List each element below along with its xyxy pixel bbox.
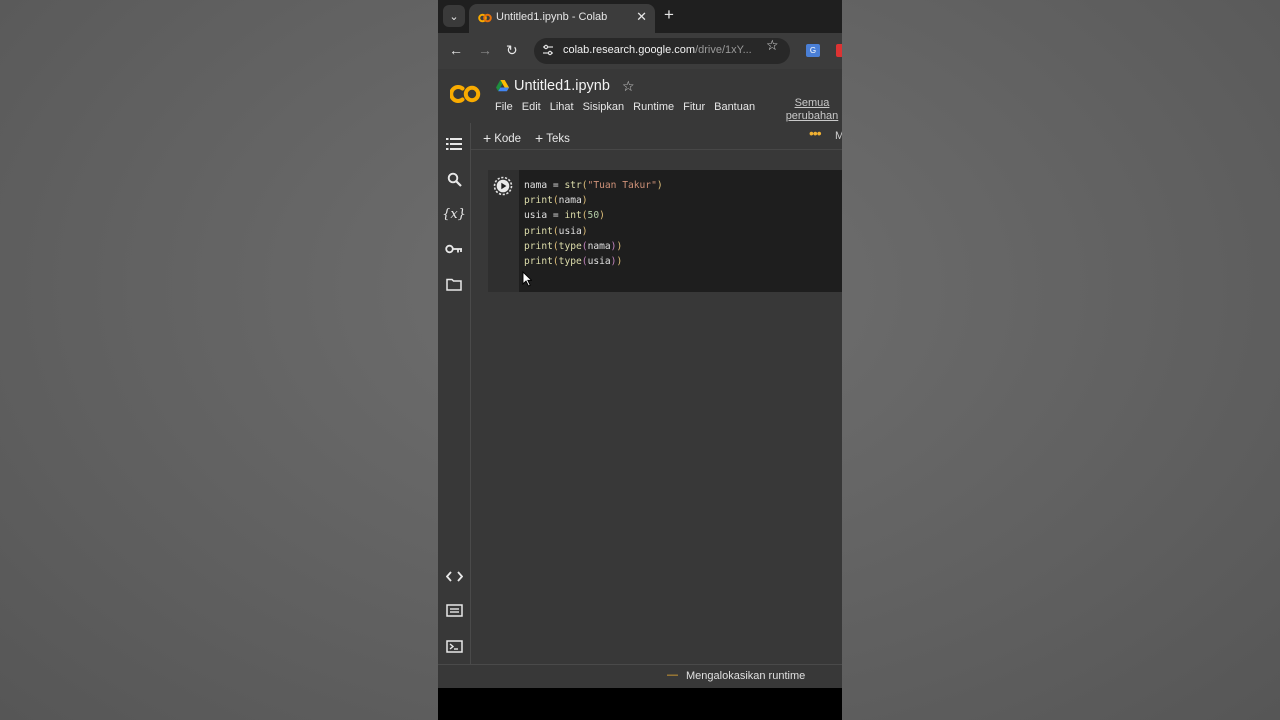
colab-favicon-icon (478, 13, 492, 23)
search-icon[interactable] (445, 170, 463, 188)
add-text-button[interactable]: + Teks (535, 129, 570, 146)
bookmark-star-icon[interactable]: ☆ (766, 37, 779, 54)
browser-tab-active[interactable]: Untitled1.ipynb - Colab ✕ (469, 4, 655, 33)
forward-arrow-icon[interactable]: → (478, 42, 492, 58)
plus-icon: + (483, 130, 492, 146)
loading-dots-icon: — (667, 669, 678, 681)
menu-view[interactable]: Lihat (550, 101, 574, 113)
google-drive-icon (496, 80, 509, 92)
url-text: colab.research.google.com/drive/1xY... (563, 44, 752, 56)
reload-icon[interactable]: ↻ (506, 42, 518, 59)
translate-extension-icon[interactable]: G (806, 44, 820, 57)
extension-icon[interactable] (836, 44, 842, 57)
more-options-dots-icon[interactable]: ••• (809, 125, 822, 141)
truncated-label: M (835, 130, 842, 142)
colab-logo-icon[interactable] (450, 83, 482, 105)
menu-edit[interactable]: Edit (522, 101, 541, 113)
code-editor[interactable]: nama = str("Tuan Takur") print(nama) usi… (524, 178, 663, 269)
add-text-label: Teks (546, 133, 570, 145)
menu-file[interactable]: File (495, 101, 513, 113)
code-line-1: nama = str("Tuan Takur") (524, 180, 663, 191)
code-line-2: print(nama) (524, 195, 588, 207)
code-cell[interactable]: nama = str("Tuan Takur") print(nama) usi… (488, 170, 842, 292)
secrets-key-icon[interactable] (445, 240, 463, 258)
colab-header: Untitled1.ipynb ☆ File Edit Lihat Sisipk… (438, 69, 842, 123)
status-bar: — Mengalokasikan runtime (438, 664, 842, 689)
bottom-letterbox (438, 688, 842, 720)
table-of-contents-icon[interactable] (445, 135, 463, 153)
code-line-5: print(type(nama)) (524, 240, 623, 252)
menu-tools[interactable]: Fitur (683, 101, 705, 113)
command-palette-icon[interactable] (445, 601, 463, 619)
add-code-label: Kode (494, 133, 522, 145)
back-arrow-icon[interactable]: ← (449, 42, 463, 58)
plus-icon: + (535, 130, 544, 146)
url-host: colab.research.google.com (563, 44, 696, 56)
screen-recording-frame: ⌄ Untitled1.ipynb - Colab ✕ + ← → ↻ cola… (438, 0, 842, 720)
tab-search-dropdown[interactable]: ⌄ (443, 5, 465, 27)
mouse-pointer-icon (522, 271, 532, 287)
url-path: /drive/1xY... (695, 44, 752, 56)
run-cell-play-icon[interactable] (493, 176, 513, 196)
side-rail: {x} (438, 123, 471, 664)
close-icon[interactable]: ✕ (636, 9, 647, 25)
browser-toolbar: ← → ↻ colab.research.google.com/drive/1x… (438, 33, 842, 69)
menu-runtime[interactable]: Runtime (633, 101, 674, 113)
runtime-status-text: Mengalokasikan runtime (686, 670, 806, 682)
code-snippets-icon[interactable] (445, 567, 463, 585)
menu-help[interactable]: Bantuan (714, 101, 755, 113)
code-line-6: print(type(usia)) (524, 256, 623, 268)
save-status-link[interactable]: Semua perubahan (782, 97, 842, 123)
browser-tab-strip: ⌄ Untitled1.ipynb - Colab ✕ + (438, 0, 842, 33)
notebook-title[interactable]: Untitled1.ipynb (514, 78, 610, 94)
star-icon[interactable]: ☆ (622, 78, 635, 95)
cell-gutter (488, 170, 519, 292)
code-line-4: print(usia) (524, 225, 588, 237)
cell-toolbar: + Kode + Teks ••• M (471, 123, 842, 150)
chevron-down-icon: ⌄ (449, 10, 459, 23)
menu-insert[interactable]: Sisipkan (583, 101, 625, 113)
add-code-button[interactable]: + Kode (483, 129, 522, 146)
terminal-icon[interactable] (445, 637, 463, 655)
address-bar[interactable]: colab.research.google.com/drive/1xY... (534, 38, 790, 64)
new-tab-plus-icon[interactable]: + (664, 5, 674, 25)
notebook-main: + Kode + Teks ••• M nama = str("Tuan Takur… (471, 123, 842, 664)
tab-title: Untitled1.ipynb - Colab (496, 11, 608, 23)
menu-bar: File Edit Lihat Sisipkan Runtime Fitur B… (495, 101, 764, 113)
site-settings-icon (543, 44, 553, 56)
variables-icon[interactable]: {x} (442, 205, 466, 223)
code-line-3: usia = int(50) (524, 210, 605, 222)
files-folder-icon[interactable] (445, 275, 463, 293)
